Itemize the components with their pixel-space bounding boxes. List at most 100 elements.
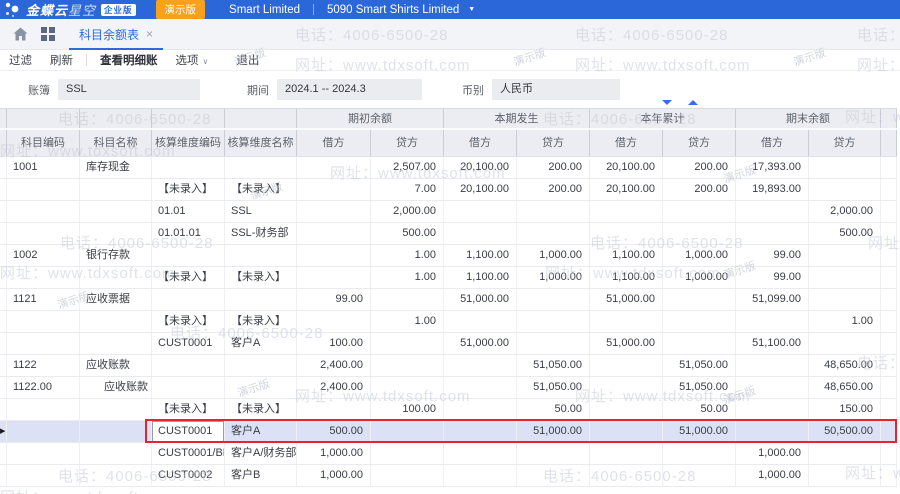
table-row[interactable]: CUST0001/BM00客户A/财务部1,000.001,000.00 (0, 443, 897, 465)
cell-account-name[interactable] (80, 311, 152, 332)
cell-dimension-name[interactable]: 客户A/财务部 (225, 443, 297, 464)
cell-amount[interactable]: 2,000.00 (809, 201, 881, 222)
cell-dimension-name[interactable] (225, 245, 297, 266)
cell-amount[interactable]: 1,000.00 (736, 443, 809, 464)
cell-dimension-code[interactable]: 01.01.01 (152, 223, 225, 244)
cell-amount[interactable]: 150.00 (809, 399, 881, 420)
cell-amount[interactable] (590, 399, 663, 420)
options-button[interactable]: 选项∨ (167, 52, 218, 68)
table-row[interactable]: 01.01.01SSL-财务部 500.00 500.00 (0, 223, 897, 245)
cell-amount[interactable]: 1,100.00 (444, 245, 517, 266)
cell-amount[interactable]: 99.00 (736, 245, 809, 266)
cell-amount[interactable] (590, 377, 663, 398)
cell-amount[interactable]: 51,050.00 (517, 377, 590, 398)
cell-amount[interactable]: 99.00 (297, 289, 371, 310)
cell-amount[interactable] (444, 223, 517, 244)
header-account-code[interactable]: 科目编码 (7, 130, 80, 156)
cell-amount[interactable]: 7.00 (371, 179, 444, 200)
cell-amount[interactable]: 51,050.00 (663, 377, 736, 398)
cell-account-name[interactable]: 库存现金 (80, 157, 152, 178)
cell-account-code[interactable] (7, 311, 80, 332)
cell-amount[interactable]: 200.00 (517, 157, 590, 178)
cell-amount[interactable]: 20,100.00 (590, 179, 663, 200)
cell-amount[interactable] (297, 179, 371, 200)
cell-dimension-code[interactable] (152, 355, 225, 376)
cell-amount[interactable]: 51,000.00 (663, 421, 736, 442)
cell-amount[interactable] (517, 465, 590, 486)
tab-account-balance[interactable]: 科目余额表 × (69, 19, 163, 50)
cell-amount[interactable] (590, 443, 663, 464)
cell-amount[interactable]: 99.00 (736, 267, 809, 288)
cell-account-code[interactable]: 1122 (7, 355, 80, 376)
cell-account-code[interactable] (7, 333, 80, 354)
table-row[interactable]: 1122.00应收账款2,400.0051,050.0051,050.0048,… (0, 377, 897, 399)
book-input[interactable]: SSL (58, 79, 200, 100)
cell-amount[interactable]: 51,000.00 (444, 289, 517, 310)
cell-amount[interactable]: 20,100.00 (444, 179, 517, 200)
cell-amount[interactable] (371, 377, 444, 398)
cell-amount[interactable]: 500.00 (809, 223, 881, 244)
cell-account-name[interactable]: 应收票据 (80, 289, 152, 310)
refresh-button[interactable]: 刷新 (41, 52, 82, 68)
cell-amount[interactable]: 19,893.00 (736, 179, 809, 200)
header-dimension-code[interactable]: 核算维度编码 (152, 130, 225, 156)
cell-amount[interactable] (663, 311, 736, 332)
cell-amount[interactable]: 51,050.00 (517, 355, 590, 376)
header-debit[interactable]: 借方 (444, 130, 517, 156)
cell-dimension-name[interactable] (225, 289, 297, 310)
cell-amount[interactable]: 51,050.00 (663, 355, 736, 376)
cell-amount[interactable] (736, 311, 809, 332)
apps-grid-icon[interactable] (41, 27, 55, 41)
cell-amount[interactable]: 51,100.00 (736, 333, 809, 354)
cell-dimension-name[interactable]: 【未录入】 (225, 267, 297, 288)
header-debit[interactable]: 借方 (590, 130, 663, 156)
company-name[interactable]: Smart Limited (229, 4, 300, 16)
cell-amount[interactable]: 50.00 (663, 399, 736, 420)
cell-dimension-code[interactable] (152, 157, 225, 178)
cell-amount[interactable]: 100.00 (297, 333, 371, 354)
cell-amount[interactable] (371, 355, 444, 376)
cell-dimension-code[interactable]: CUST0001/BM00 (152, 443, 225, 464)
cell-dimension-name[interactable] (225, 355, 297, 376)
cell-amount[interactable]: 20,100.00 (590, 157, 663, 178)
cell-account-name[interactable]: 银行存款 (80, 245, 152, 266)
cell-amount[interactable]: 51,000.00 (444, 333, 517, 354)
active-cell-editor[interactable]: CUST0001 (152, 421, 225, 442)
cell-dimension-name[interactable]: 【未录入】 (225, 179, 297, 200)
cell-amount[interactable]: 1.00 (371, 267, 444, 288)
table-row[interactable]: 【未录入】【未录入】7.0020,100.00200.0020,100.0020… (0, 179, 897, 201)
header-debit[interactable]: 借方 (736, 130, 809, 156)
cell-amount[interactable]: 200.00 (663, 157, 736, 178)
cell-amount[interactable] (444, 399, 517, 420)
cell-amount[interactable] (297, 245, 371, 266)
cell-amount[interactable]: 500.00 (371, 223, 444, 244)
cell-amount[interactable] (736, 355, 809, 376)
cell-amount[interactable]: 1,000.00 (297, 443, 371, 464)
cell-dimension-code[interactable]: CUST0001 (152, 333, 225, 354)
cell-amount[interactable] (371, 421, 444, 442)
cell-account-code[interactable] (7, 201, 80, 222)
cell-amount[interactable] (371, 289, 444, 310)
cell-amount[interactable] (517, 311, 590, 332)
tab-close-icon[interactable]: × (146, 27, 153, 41)
header-credit[interactable]: 贷方 (809, 130, 881, 156)
cell-account-name[interactable] (80, 267, 152, 288)
cell-amount[interactable]: 200.00 (517, 179, 590, 200)
header-debit[interactable]: 借方 (297, 130, 371, 156)
cell-dimension-code[interactable]: 【未录入】 (152, 399, 225, 420)
table-row[interactable]: 【未录入】【未录入】100.0050.0050.00150.00 (0, 399, 897, 421)
cell-amount[interactable] (736, 399, 809, 420)
cell-amount[interactable] (809, 465, 881, 486)
cell-amount[interactable]: 200.00 (663, 179, 736, 200)
cell-amount[interactable] (444, 201, 517, 222)
cell-account-name[interactable] (80, 333, 152, 354)
header-account-name[interactable]: 科目名称 (80, 130, 152, 156)
table-row[interactable]: 1002银行存款1.001,100.001,000.001,100.001,00… (0, 245, 897, 267)
view-detail-ledger-button[interactable]: 查看明细账 (91, 52, 167, 68)
cell-dimension-name[interactable]: SSL-财务部 (225, 223, 297, 244)
cell-amount[interactable] (297, 267, 371, 288)
cell-dimension-code[interactable] (152, 245, 225, 266)
cell-amount[interactable] (809, 267, 881, 288)
cell-account-name[interactable] (80, 179, 152, 200)
cell-amount[interactable] (517, 333, 590, 354)
